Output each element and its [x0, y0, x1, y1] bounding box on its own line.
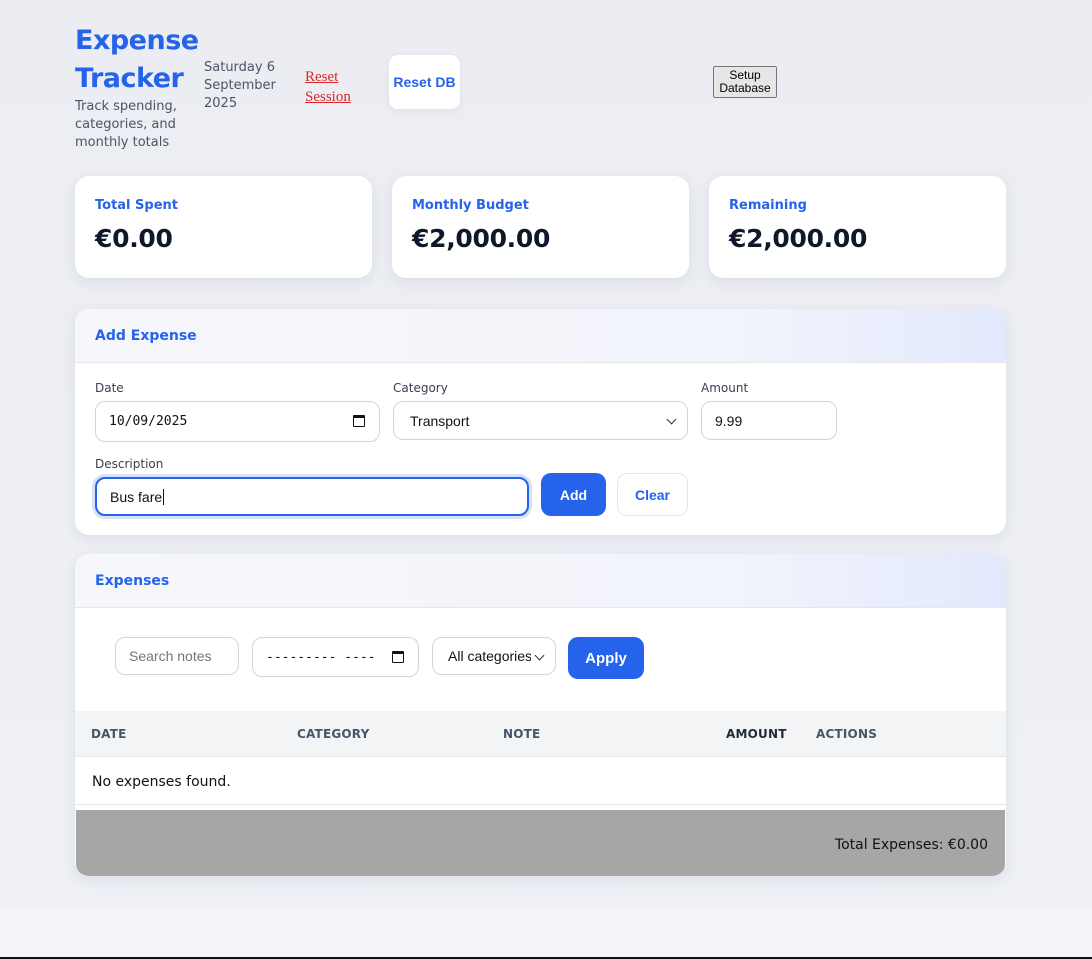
setup-database-button[interactable]: Setup Database	[713, 66, 777, 98]
category-select[interactable]: Transport	[393, 401, 688, 440]
chevron-down-icon	[666, 414, 677, 425]
monthly-budget-card: Monthly Budget €2,000.00	[392, 176, 689, 278]
column-header-note: NOTE	[503, 727, 541, 741]
clear-button[interactable]: Clear	[617, 473, 688, 516]
month-filter-value: --------- ----	[266, 649, 376, 665]
expenses-table-header: DATE CATEGORY NOTE AMOUNT ACTIONS	[75, 711, 1006, 757]
add-button[interactable]: Add	[541, 473, 606, 516]
monthly-budget-value: €2,000.00	[412, 224, 551, 253]
apply-button[interactable]: Apply	[568, 637, 644, 679]
category-label: Category	[393, 381, 448, 395]
chevron-down-icon	[534, 650, 545, 661]
search-input[interactable]: Search notes	[115, 637, 239, 675]
amount-input-value: 9.99	[715, 412, 743, 429]
remaining-label: Remaining	[729, 198, 807, 213]
add-expense-title: Add Expense	[95, 328, 197, 344]
app-title: Expense Tracker	[75, 25, 199, 94]
total-spent-label: Total Spent	[95, 198, 178, 213]
column-header-date: DATE	[91, 727, 127, 741]
calendar-icon[interactable]	[353, 415, 365, 427]
description-input-value: Bus fare	[110, 488, 163, 505]
amount-label: Amount	[701, 381, 749, 395]
remaining-card: Remaining €2,000.00	[709, 176, 1006, 278]
expenses-title: Expenses	[95, 573, 170, 589]
table-row: No expenses found.	[75, 757, 1006, 805]
amount-input[interactable]: 9.99	[701, 401, 837, 440]
text-caret	[163, 488, 165, 505]
add-expense-card: Add Expense Date 10/09/2025 Category Tra…	[75, 309, 1006, 535]
total-expenses: Total Expenses: €0.00	[834, 837, 988, 853]
total-spent-value: €0.00	[95, 224, 173, 253]
add-expense-header: Add Expense	[75, 309, 1006, 363]
calendar-icon[interactable]	[392, 651, 404, 663]
expenses-header: Expenses	[75, 554, 1006, 608]
reset-session-link[interactable]: Reset Session	[305, 67, 365, 107]
page-bottom-area	[0, 908, 1092, 957]
category-filter-select[interactable]: All categories	[432, 637, 556, 675]
description-label: Description	[95, 457, 164, 471]
column-header-category: CATEGORY	[297, 727, 370, 741]
category-filter-value: All categories	[448, 648, 531, 664]
monthly-budget-label: Monthly Budget	[412, 198, 529, 213]
total-spent-card: Total Spent €0.00	[75, 176, 372, 278]
date-input-value: 10/09/2025	[109, 414, 188, 429]
expenses-card: Expenses Search notes --------- ---- All…	[75, 554, 1006, 876]
reset-db-button[interactable]: Reset DB	[388, 54, 461, 110]
month-filter-input[interactable]: --------- ----	[252, 637, 419, 677]
date-input[interactable]: 10/09/2025	[95, 401, 380, 442]
column-header-amount: AMOUNT	[726, 727, 787, 741]
app-subtitle: Track spending, categories, and monthly …	[75, 99, 177, 150]
search-input-placeholder: Search notes	[129, 648, 212, 664]
category-select-value: Transport	[410, 412, 470, 429]
expenses-footer: Total Expenses: €0.00	[76, 810, 1005, 876]
column-header-actions: ACTIONS	[816, 727, 878, 741]
date-label: Date	[95, 381, 124, 395]
header-date: Saturday 6 September 2025	[204, 60, 276, 111]
remaining-value: €2,000.00	[729, 224, 868, 253]
description-input[interactable]: Bus fare	[95, 477, 529, 516]
empty-message: No expenses found.	[92, 774, 231, 790]
